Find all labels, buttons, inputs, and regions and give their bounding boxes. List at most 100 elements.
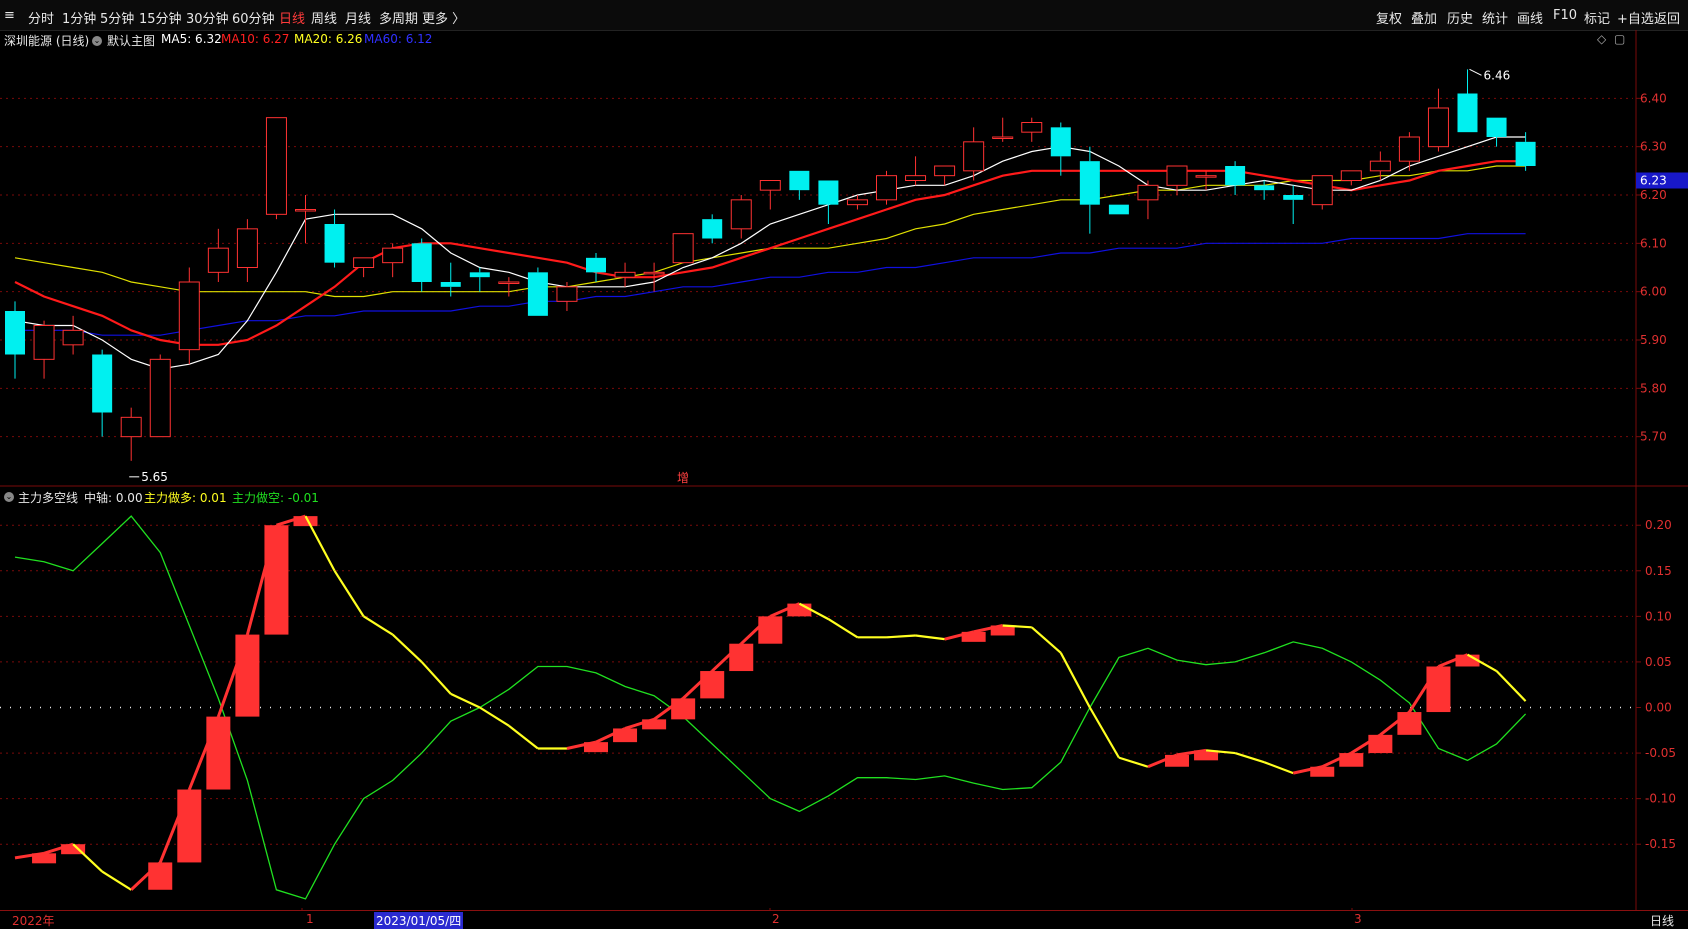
candle-down <box>469 272 490 278</box>
ind-tick-label: 0.10 <box>1645 609 1672 623</box>
candle-up <box>1398 136 1420 162</box>
high-price-label: 6.46 <box>1484 68 1511 82</box>
candle-up <box>730 199 752 230</box>
candle-down <box>92 354 113 413</box>
long-line-segment <box>1234 752 1265 764</box>
long-bar <box>264 525 289 635</box>
long-bar <box>1165 754 1189 767</box>
ind-tick-label: 0.15 <box>1645 564 1672 578</box>
candle-up <box>643 271 665 275</box>
candle-up <box>934 165 956 177</box>
candle-up <box>1137 184 1159 201</box>
ind-tick-label: -0.05 <box>1645 746 1676 760</box>
stock-chart[interactable]: 5.70 5.80 5.90 6.00 6.10 6.20 6.30 6.40 -0.15 -0.… <box>0 0 1688 926</box>
main-tick-label: 5.70 <box>1640 430 1667 444</box>
candle-up <box>353 257 375 269</box>
long-bar <box>729 643 754 672</box>
candle-up <box>207 247 229 273</box>
long-bar <box>961 631 986 642</box>
ind-tick-label: 0.00 <box>1645 701 1672 715</box>
period-label: 日线 <box>1650 914 1675 928</box>
long-bar <box>671 698 696 720</box>
candle-down <box>1486 117 1507 137</box>
candle-down <box>1457 93 1478 133</box>
candle-down <box>1108 204 1129 215</box>
current-price-label: 6.23 <box>1640 174 1667 188</box>
candle-up <box>614 271 636 278</box>
long-bar <box>1397 712 1422 735</box>
candle-up <box>498 281 520 284</box>
time-axis: 2022年 1 2023/01/05/四 2 3 日线 <box>0 910 1688 929</box>
candle-up <box>905 175 927 182</box>
candle-up <box>1340 170 1362 181</box>
long-bar <box>758 616 783 644</box>
candle-up <box>149 358 171 438</box>
candle-up <box>120 416 142 438</box>
long-bar <box>700 671 725 699</box>
candle-up <box>1311 175 1333 206</box>
main-tick-label: 5.90 <box>1640 333 1667 347</box>
candle-down <box>1254 185 1275 191</box>
long-line-segment <box>1263 761 1294 775</box>
axis-month3-label: 3 <box>1354 912 1362 926</box>
long-line-segment <box>915 634 945 641</box>
long-line-segment <box>101 870 132 891</box>
ind-tick-label: -0.10 <box>1645 792 1676 806</box>
candle-down <box>1079 161 1100 205</box>
long-bar <box>177 789 202 863</box>
candle-up <box>1195 175 1217 178</box>
long-bar <box>642 719 667 730</box>
candle-up <box>382 247 404 264</box>
cursor-date-label: 2023/01/05/四 <box>374 912 464 929</box>
main-tick-label: 6.40 <box>1640 91 1667 105</box>
long-bar <box>148 862 173 890</box>
long-line-segment <box>1118 756 1149 768</box>
ind-tick-label: 0.05 <box>1645 655 1672 669</box>
low-price-label: 5.65 <box>141 470 168 484</box>
candle-down <box>527 272 548 316</box>
candle-down <box>5 311 25 355</box>
candle-up <box>1369 160 1391 172</box>
candle-up <box>876 175 897 201</box>
candle-down <box>324 224 345 263</box>
main-tick-label: 6.10 <box>1640 236 1667 250</box>
long-bar <box>32 853 57 864</box>
long-line-segment <box>508 724 539 750</box>
zeng-marker: 增 <box>677 471 689 485</box>
candle-up <box>759 180 781 191</box>
candle-up <box>1166 165 1188 186</box>
candle-up <box>265 117 287 215</box>
candle-up <box>62 329 84 346</box>
long-line-segment <box>827 618 859 639</box>
candle-up <box>295 209 316 212</box>
candle-down <box>702 219 723 239</box>
candle-down <box>1050 127 1071 157</box>
candle-up <box>963 141 985 172</box>
high-pointer <box>1469 68 1482 76</box>
long-bar <box>584 742 608 753</box>
long-bar <box>1368 734 1393 754</box>
candle-down <box>1225 166 1246 186</box>
candle-up <box>1427 107 1449 148</box>
candle-up <box>236 228 258 268</box>
candle-up <box>178 281 200 351</box>
long-bar <box>613 728 638 743</box>
main-tick-label: 6.20 <box>1640 188 1667 202</box>
long-bar <box>206 716 231 790</box>
main-tick-label: 5.80 <box>1640 381 1667 395</box>
candle-up <box>33 325 55 360</box>
long-line-segment <box>1031 626 1062 654</box>
candle-down <box>440 282 461 287</box>
candle-up <box>556 286 578 302</box>
long-line-segment <box>450 692 481 709</box>
candle-down <box>411 243 432 282</box>
candle-down <box>818 180 839 205</box>
long-line-segment <box>1059 652 1091 709</box>
axis-month2-label: 2 <box>772 912 780 926</box>
candle-up <box>846 199 868 206</box>
long-line-segment <box>363 615 394 636</box>
long-line-segment <box>304 515 336 572</box>
candle-down <box>586 257 606 273</box>
axis-year-label: 2022年 <box>12 914 55 928</box>
long-line-segment <box>1088 706 1120 759</box>
